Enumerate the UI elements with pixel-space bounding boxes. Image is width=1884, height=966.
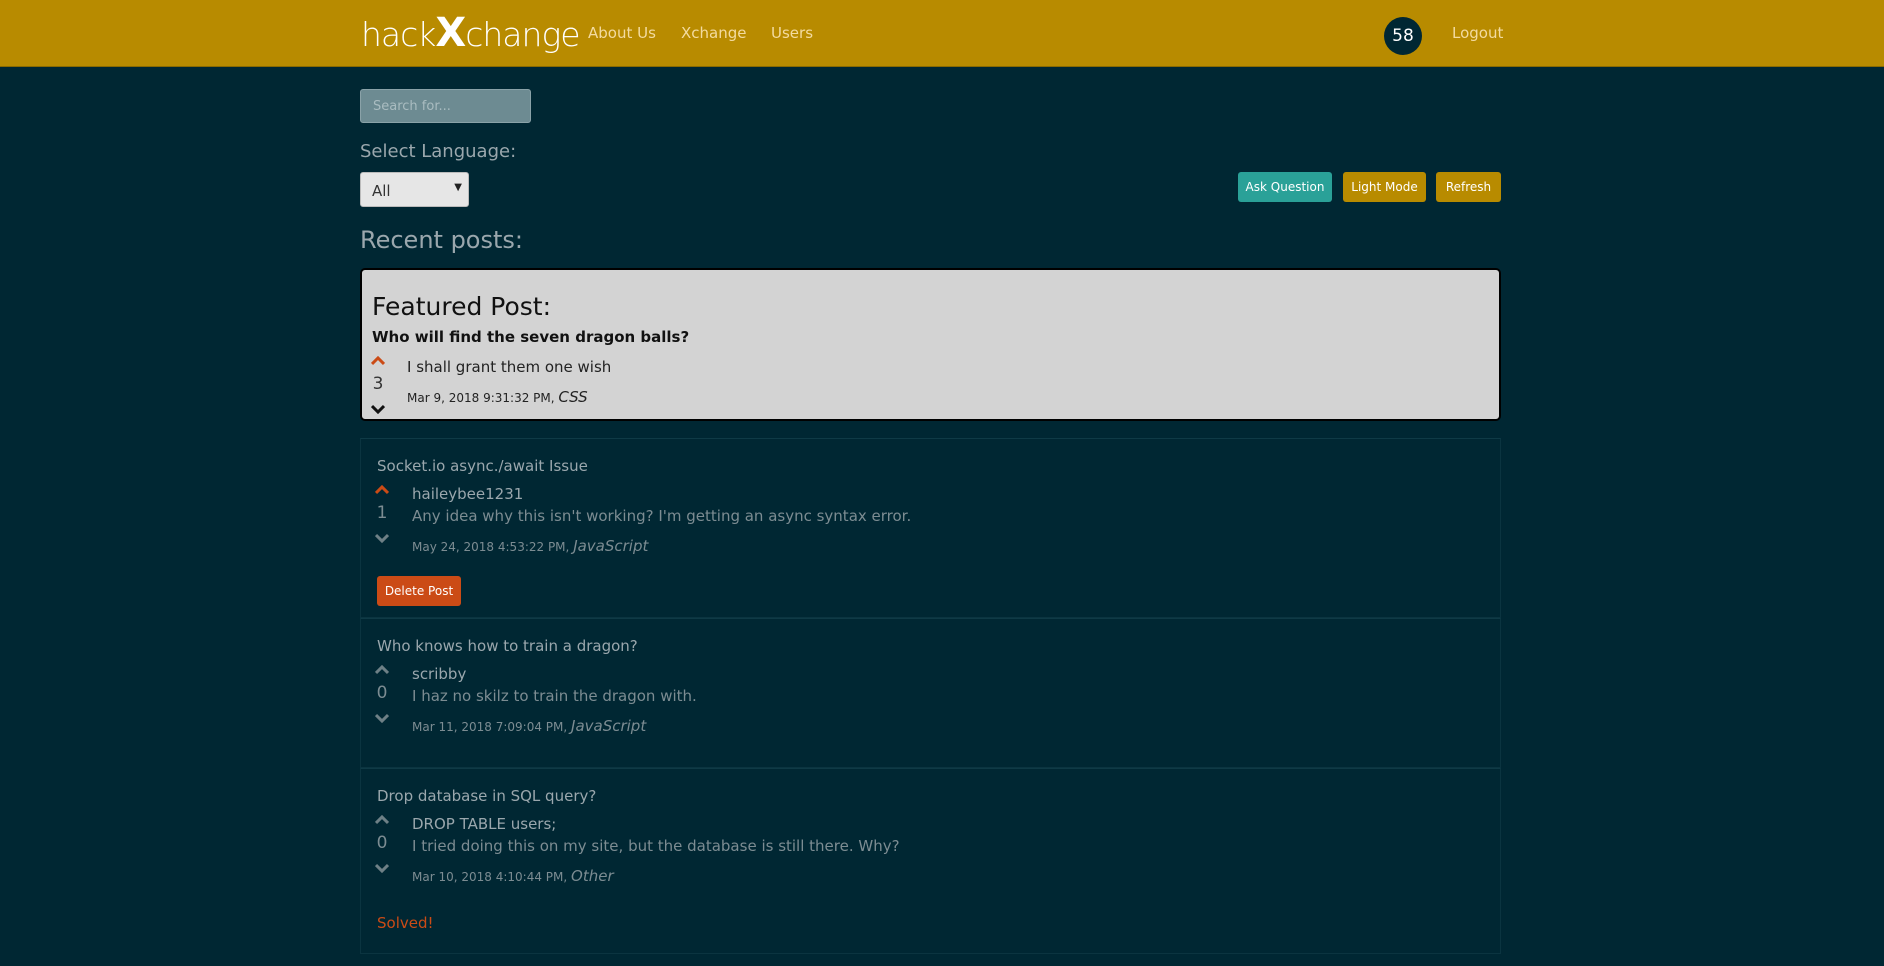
post-language: JavaScript — [573, 537, 649, 555]
post-title[interactable]: Who knows how to train a dragon? — [377, 637, 638, 655]
ask-question-button[interactable]: Ask Question — [1238, 172, 1332, 202]
post-title[interactable]: Socket.io async./await Issue — [377, 457, 588, 475]
vote-count: 0 — [376, 833, 388, 853]
featured-body: I shall grant them one wish — [407, 358, 612, 376]
upvote-icon[interactable] — [375, 665, 389, 679]
post-language: Other — [571, 867, 614, 885]
featured-post: Featured Post: Who will find the seven d… — [360, 268, 1501, 421]
post-body: I tried doing this on my site, but the d… — [412, 837, 900, 855]
chevron-down-icon: ▼ — [454, 182, 462, 193]
search-input[interactable] — [360, 89, 531, 123]
light-mode-button[interactable]: Light Mode — [1343, 172, 1426, 202]
featured-date: Mar 9, 2018 9:31:32 PM, — [407, 391, 555, 405]
downvote-icon[interactable] — [375, 863, 389, 877]
post-body: I haz no skilz to train the dragon with. — [412, 687, 697, 705]
featured-heading: Featured Post: — [372, 292, 552, 321]
post-item: Socket.io async./await Issue 1 haileybee… — [360, 438, 1501, 618]
post-author: haileybee1231 — [412, 485, 524, 503]
downvote-icon[interactable] — [371, 404, 385, 418]
brand-x: X — [435, 10, 466, 56]
brand-right: change — [465, 15, 580, 54]
post-meta: May 24, 2018 4:53:22 PM, JavaScript — [412, 537, 648, 555]
vote-count: 0 — [376, 683, 388, 703]
solved-status: Solved! — [377, 914, 434, 932]
nav-xchange[interactable]: Xchange — [681, 24, 746, 42]
post-date: May 24, 2018 4:53:22 PM, — [412, 540, 570, 554]
brand-left: hack — [361, 15, 436, 54]
upvote-icon[interactable] — [375, 485, 389, 499]
post-meta: Mar 10, 2018 4:10:44 PM, Other — [412, 867, 614, 885]
brand-logo[interactable]: hackXchange — [361, 10, 581, 56]
post-body: Any idea why this isn't working? I'm get… — [412, 507, 912, 525]
post-date: Mar 10, 2018 4:10:44 PM, — [412, 870, 568, 884]
post-title[interactable]: Drop database in SQL query? — [377, 787, 596, 805]
downvote-icon[interactable] — [375, 533, 389, 547]
featured-meta: Mar 9, 2018 9:31:32 PM, CSS — [407, 388, 588, 406]
post-date: Mar 11, 2018 7:09:04 PM, — [412, 720, 568, 734]
post-author: scribby — [412, 665, 467, 683]
recent-posts-heading: Recent posts: — [360, 226, 523, 254]
language-select[interactable]: All ▼ — [360, 172, 469, 207]
upvote-icon[interactable] — [371, 356, 385, 370]
post-language: JavaScript — [571, 717, 647, 735]
vote-count: 1 — [376, 503, 388, 523]
delete-post-button[interactable]: Delete Post — [377, 576, 461, 606]
post-item: Who knows how to train a dragon? 0 scrib… — [360, 618, 1501, 768]
vote-count: 3 — [372, 374, 384, 394]
logout-link[interactable]: Logout — [1452, 24, 1503, 42]
post-meta: Mar 11, 2018 7:09:04 PM, JavaScript — [412, 717, 646, 735]
nav-about-us[interactable]: About Us — [588, 24, 656, 42]
language-selected-value: All — [372, 182, 391, 200]
upvote-icon[interactable] — [375, 815, 389, 829]
post-author: DROP TABLE users; — [412, 815, 557, 833]
downvote-icon[interactable] — [375, 713, 389, 727]
navbar: hackXchange About Us Xchange Users 58 Lo… — [0, 0, 1884, 67]
language-label: Select Language: — [360, 141, 517, 162]
nav-users[interactable]: Users — [771, 24, 813, 42]
notification-badge[interactable]: 58 — [1384, 17, 1422, 55]
featured-language: CSS — [558, 388, 588, 406]
refresh-button[interactable]: Refresh — [1436, 172, 1501, 202]
post-item: Drop database in SQL query? 0 DROP TABLE… — [360, 768, 1501, 954]
featured-title[interactable]: Who will find the seven dragon balls? — [372, 328, 689, 346]
